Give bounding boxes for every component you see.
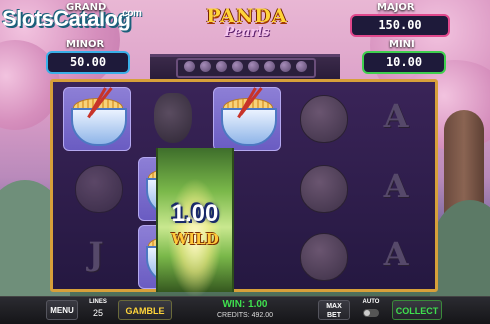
gourd-symbol (138, 87, 204, 149)
credits-amount: CREDITS: 492.00 (216, 312, 274, 319)
collect-button[interactable]: COLLECT (392, 300, 442, 320)
pearl-icon (248, 61, 259, 72)
letter-a-symbol: A (383, 97, 409, 135)
mini-jackpot-label: MINI (389, 39, 415, 50)
peach-symbol (288, 157, 354, 219)
auto-label: AUTO (362, 299, 380, 305)
reel-5: A A A (359, 85, 431, 291)
major-jackpot-label: MAJOR (377, 2, 415, 13)
win-display: WIN: 1.00 CREDITS: 492.00 (180, 299, 310, 321)
lines-label: LINES (89, 299, 107, 305)
watermark-domain: .com (120, 8, 142, 19)
letter-j-symbol: J (88, 235, 104, 273)
major-jackpot-value: 150.00 (350, 14, 450, 37)
logo-title: PANDA (206, 5, 288, 27)
pearl-icon (232, 61, 243, 72)
peach-symbol (63, 157, 129, 219)
peach-symbol (288, 225, 354, 287)
pearl-icon (184, 61, 195, 72)
pearl-icon (264, 61, 275, 72)
pearl-icon (296, 61, 307, 72)
logo-subtitle: Pearls (224, 25, 270, 40)
wild-win-amount: 1.00 (171, 200, 219, 227)
menu-button[interactable]: MENU (46, 300, 78, 320)
minor-jackpot-value: 50.00 (46, 51, 130, 74)
lines-selector[interactable]: LINES 25 (85, 298, 111, 322)
pearl-icon (216, 61, 227, 72)
max-bet-button[interactable]: MAX BET (318, 300, 350, 320)
wild-label: WILD (171, 230, 219, 248)
reel-frame: J A A A (50, 79, 438, 292)
pearl-tracker (176, 58, 316, 78)
noodle-bowl-symbol (63, 87, 131, 151)
grand-jackpot-label: GRAND (66, 2, 107, 13)
gamble-button[interactable]: GAMBLE (118, 300, 172, 320)
lines-value: 25 (92, 308, 103, 318)
letter-a-symbol: A (383, 167, 409, 205)
win-amount: WIN: 1.00 (222, 299, 268, 310)
letter-a-symbol: A (383, 235, 409, 273)
game-logo: PANDA Pearls (200, 6, 294, 40)
minor-jackpot-label: MINOR (66, 39, 105, 50)
reel-1: J (59, 85, 131, 291)
auto-switch[interactable] (363, 309, 379, 317)
pearl-icon (280, 61, 291, 72)
peach-symbol (288, 87, 354, 149)
pearl-icon (200, 61, 211, 72)
reel-4 (284, 85, 356, 291)
auto-toggle[interactable]: AUTO (360, 298, 382, 317)
noodle-bowl-symbol (213, 87, 281, 151)
mini-jackpot-value: 10.00 (362, 51, 446, 74)
